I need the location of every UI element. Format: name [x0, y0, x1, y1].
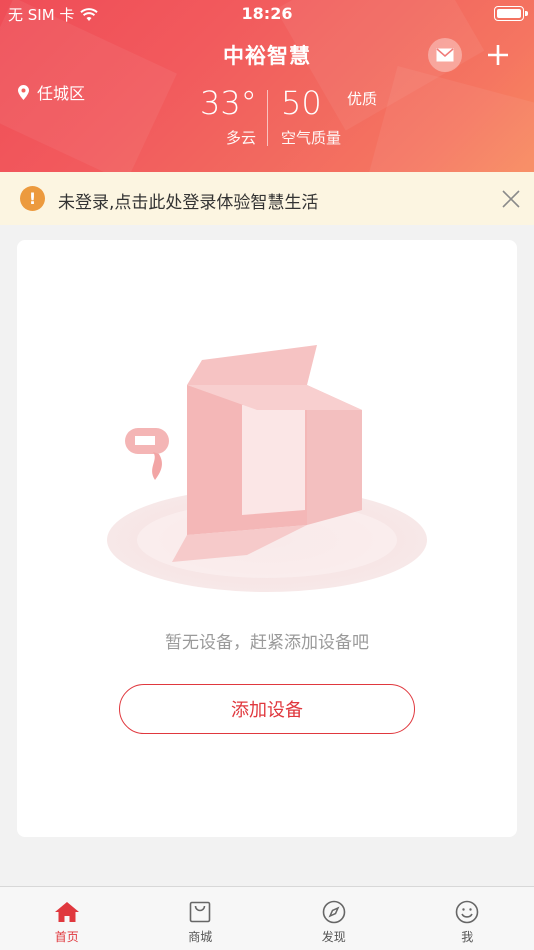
add-button[interactable] — [484, 38, 512, 72]
aqi-level: 优质 — [347, 90, 378, 108]
tab-label: 首页 — [54, 930, 79, 944]
home-icon — [54, 902, 79, 922]
aqi-value: 50 — [281, 84, 322, 122]
tab-bar: 首页 商城 发现 我 — [0, 886, 534, 950]
tab-label: 发现 — [321, 930, 346, 944]
mail-icon — [436, 48, 454, 62]
close-icon[interactable] — [498, 186, 524, 212]
smiley-face-icon — [455, 900, 479, 924]
status-bar: 无 SIM 卡 18:26 — [0, 0, 534, 28]
weather-divider — [267, 90, 268, 146]
login-notice[interactable]: ! 未登录,点击此处登录体验智慧生活 — [0, 172, 534, 225]
messages-button[interactable] — [428, 38, 462, 72]
location[interactable]: 任城区 — [18, 80, 85, 104]
header: 无 SIM 卡 18:26 中裕智慧 任城区 33° 多云 50 优质 空气质量 — [0, 0, 534, 172]
tab-discover[interactable]: 发现 — [267, 887, 401, 950]
tab-mall[interactable]: 商城 — [134, 887, 268, 950]
status-time: 18:26 — [241, 4, 293, 23]
battery-icon — [494, 6, 528, 21]
aqi-label: 空气质量 — [281, 129, 342, 147]
plus-icon — [488, 45, 508, 65]
empty-box-illustration — [107, 345, 427, 592]
location-pin-icon — [18, 84, 29, 100]
tab-label: 商城 — [188, 930, 213, 944]
notice-text[interactable]: 未登录,点击此处登录体验智慧生活 — [58, 188, 318, 213]
temperature: 33° — [200, 84, 257, 122]
device-card: 暂无设备，赶紧添加设备吧 添加设备 — [17, 240, 517, 837]
location-label: 任城区 — [37, 84, 86, 103]
compass-icon — [322, 900, 346, 924]
shopping-bag-icon — [189, 901, 211, 923]
warning-icon: ! — [20, 186, 45, 211]
tab-label: 我 — [461, 930, 474, 944]
empty-message: 暂无设备，赶紧添加设备吧 — [165, 633, 369, 653]
weather-description: 多云 — [226, 129, 257, 147]
add-device-button[interactable]: 添加设备 — [119, 684, 415, 734]
tab-me[interactable]: 我 — [401, 887, 534, 950]
tab-home[interactable]: 首页 — [0, 887, 134, 950]
